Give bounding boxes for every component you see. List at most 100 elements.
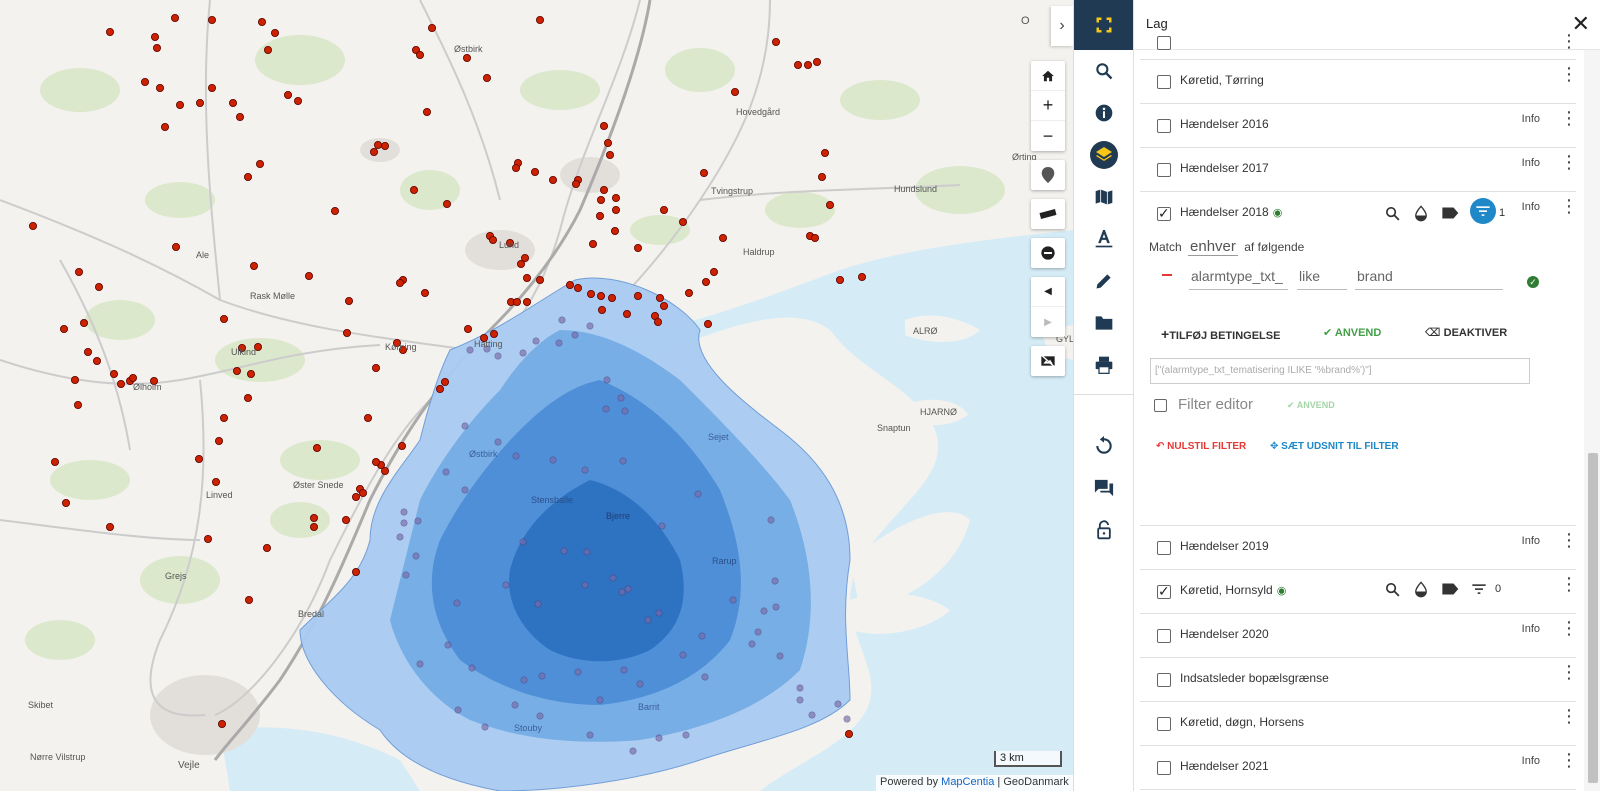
- incident-marker[interactable]: [660, 205, 669, 214]
- incident-marker-in-zone[interactable]: [772, 603, 780, 611]
- deactivate-filter-button[interactable]: ⌫ DEAKTIVER: [1425, 326, 1507, 339]
- incident-marker-in-zone[interactable]: [532, 337, 540, 345]
- attribution-link[interactable]: MapCentia: [941, 776, 994, 788]
- incident-marker-in-zone[interactable]: [679, 651, 687, 659]
- incident-marker[interactable]: [420, 288, 429, 297]
- incident-marker[interactable]: [263, 46, 272, 55]
- incident-marker[interactable]: [719, 233, 728, 242]
- incident-marker[interactable]: [74, 400, 83, 409]
- incident-marker[interactable]: [283, 91, 292, 100]
- incident-marker[interactable]: [95, 282, 104, 291]
- incident-marker-in-zone[interactable]: [396, 533, 404, 541]
- incident-marker-in-zone[interactable]: [655, 734, 663, 742]
- incident-marker[interactable]: [255, 159, 264, 168]
- layers-button[interactable]: [1074, 134, 1134, 176]
- incident-marker[interactable]: [821, 148, 830, 157]
- incident-marker-in-zone[interactable]: [619, 457, 627, 465]
- layer-info-link[interactable]: Info: [1522, 113, 1540, 125]
- incident-marker[interactable]: [106, 523, 115, 532]
- sql-filter-input[interactable]: ["(alarmtype_txt_tematisering ILIKE '%br…: [1150, 358, 1530, 384]
- incident-marker-in-zone[interactable]: [596, 696, 604, 704]
- incident-marker-in-zone[interactable]: [618, 588, 626, 596]
- incident-marker[interactable]: [341, 516, 350, 525]
- incident-marker[interactable]: [442, 199, 451, 208]
- feedback-button[interactable]: [1074, 467, 1134, 509]
- incident-marker-in-zone[interactable]: [636, 680, 644, 688]
- incident-marker[interactable]: [270, 28, 279, 37]
- layer-search-button[interactable]: [1383, 580, 1401, 598]
- layer-checkbox[interactable]: [1157, 119, 1171, 133]
- incident-marker[interactable]: [574, 283, 583, 292]
- incident-marker-in-zone[interactable]: [698, 632, 706, 640]
- search-button[interactable]: [1074, 50, 1134, 92]
- incident-marker[interactable]: [804, 61, 813, 70]
- incident-marker[interactable]: [794, 61, 803, 70]
- incident-marker[interactable]: [566, 280, 575, 289]
- reset-filter-button[interactable]: ↶ NULSTIL FILTER: [1156, 441, 1246, 452]
- incident-marker[interactable]: [731, 88, 740, 97]
- incident-marker-in-zone[interactable]: [461, 422, 469, 430]
- incident-marker[interactable]: [160, 123, 169, 132]
- incident-marker[interactable]: [612, 193, 621, 202]
- incident-marker[interactable]: [246, 369, 255, 378]
- incident-marker-in-zone[interactable]: [520, 676, 528, 684]
- incident-marker[interactable]: [351, 492, 360, 501]
- incident-marker-in-zone[interactable]: [617, 394, 625, 402]
- condition-field-select[interactable]: alarmtype_txt_: [1189, 268, 1288, 290]
- incident-marker[interactable]: [80, 318, 89, 327]
- incident-marker[interactable]: [363, 413, 372, 422]
- incident-marker-in-zone[interactable]: [454, 706, 462, 714]
- set-extent-button[interactable]: ✥ SÆT UDSNIT TIL FILTER: [1270, 441, 1399, 452]
- incident-marker[interactable]: [219, 413, 228, 422]
- incident-marker[interactable]: [217, 720, 226, 729]
- incident-marker[interactable]: [155, 84, 164, 93]
- incident-marker-in-zone[interactable]: [603, 376, 611, 384]
- incident-marker[interactable]: [380, 141, 389, 150]
- incident-marker[interactable]: [422, 108, 431, 117]
- incident-marker[interactable]: [685, 288, 694, 297]
- incident-marker-in-zone[interactable]: [502, 581, 510, 589]
- incident-marker-in-zone[interactable]: [701, 673, 709, 681]
- incident-marker-in-zone[interactable]: [538, 672, 546, 680]
- incident-marker[interactable]: [600, 122, 609, 131]
- more-vert-icon[interactable]: ⋮: [1560, 663, 1578, 681]
- incident-marker[interactable]: [427, 23, 436, 32]
- incident-marker[interactable]: [244, 596, 253, 605]
- incident-marker[interactable]: [549, 175, 558, 184]
- incident-marker-in-zone[interactable]: [555, 339, 563, 347]
- incident-marker-in-zone[interactable]: [581, 581, 589, 589]
- more-vert-icon[interactable]: ⋮: [1560, 575, 1578, 593]
- incident-marker[interactable]: [235, 113, 244, 122]
- incident-marker[interactable]: [128, 373, 137, 382]
- incident-marker[interactable]: [351, 568, 360, 577]
- incident-marker-in-zone[interactable]: [560, 547, 568, 555]
- incident-marker[interactable]: [369, 147, 378, 156]
- incident-marker[interactable]: [634, 243, 643, 252]
- incident-marker[interactable]: [262, 544, 271, 553]
- incident-marker[interactable]: [371, 363, 380, 372]
- incident-marker-in-zone[interactable]: [644, 616, 652, 624]
- incident-marker-in-zone[interactable]: [400, 519, 408, 527]
- incident-marker-in-zone[interactable]: [776, 652, 784, 660]
- incident-marker-in-zone[interactable]: [400, 508, 408, 516]
- incident-marker-in-zone[interactable]: [571, 331, 579, 339]
- incident-marker-in-zone[interactable]: [558, 316, 566, 324]
- incident-marker-in-zone[interactable]: [620, 666, 628, 674]
- layer-label-button[interactable]: [1441, 204, 1459, 222]
- incident-marker[interactable]: [228, 99, 237, 108]
- incident-marker[interactable]: [304, 271, 313, 280]
- incident-marker[interactable]: [84, 347, 93, 356]
- incident-marker-in-zone[interactable]: [444, 641, 452, 649]
- incident-marker-in-zone[interactable]: [581, 466, 589, 474]
- incident-marker-in-zone[interactable]: [414, 517, 422, 525]
- incident-marker[interactable]: [344, 296, 353, 305]
- incident-marker-in-zone[interactable]: [481, 723, 489, 731]
- more-vert-icon[interactable]: ⋮: [1560, 707, 1578, 725]
- incident-marker-in-zone[interactable]: [834, 700, 842, 708]
- layer-style-button[interactable]: [1412, 580, 1430, 598]
- incident-marker-in-zone[interactable]: [609, 574, 617, 582]
- login-button[interactable]: [1074, 509, 1134, 551]
- apply-filter-button[interactable]: ✔ ANVEND: [1323, 326, 1381, 339]
- incident-marker[interactable]: [845, 730, 854, 739]
- incident-marker[interactable]: [612, 205, 621, 214]
